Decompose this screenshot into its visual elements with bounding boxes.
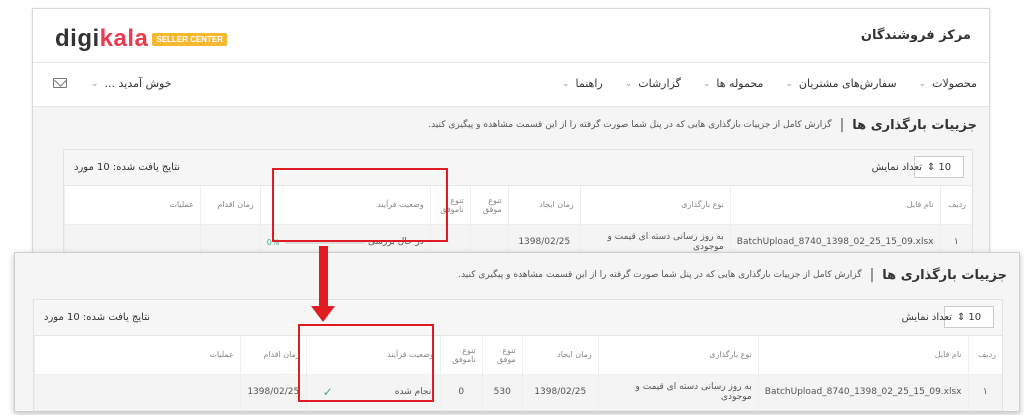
col-index: ردیف: [939, 186, 972, 225]
col-file-name: نام فایل: [729, 186, 940, 225]
cell-action-time: 1398/02/25: [239, 374, 307, 411]
results-count: نتایج یافت شده: 10 مورد: [44, 312, 151, 323]
title-separator: |: [869, 267, 875, 283]
user-menu[interactable]: خوش آمدید ... ⌄: [91, 77, 172, 90]
seller-center-badge: SELLER CENTER: [152, 32, 228, 46]
col-created: زمان ایجاد: [507, 186, 581, 225]
chevron-down-icon: ⌄: [624, 78, 633, 89]
col-created: زمان ایجاد: [521, 336, 599, 375]
main-nav: محصولات ⌄ سفارش‌های مشتریان ⌄ محموله ها ⌄ گ…: [33, 63, 989, 107]
title-separator: |: [839, 117, 845, 133]
top-header: digikala SELLER CENTER مرکز فروشندگان: [33, 9, 989, 63]
arrow-down-icon: [311, 306, 335, 322]
results-count: نتایج یافت شده: 10 مورد: [74, 162, 181, 173]
page-heading: جزییات بارگذاری ها | گزارش کامل از جزییا…: [428, 117, 977, 133]
cell-created: 1398/02/25: [521, 374, 599, 411]
page-title: جزییات بارگذاری ها: [852, 117, 977, 133]
nav-item-customer-orders[interactable]: سفارش‌های مشتریان ⌄: [785, 77, 896, 90]
before-screenshot: digikala SELLER CENTER مرکز فروشندگان مح…: [32, 8, 990, 258]
sort-arrows-icon: ⇕: [926, 161, 936, 173]
highlight-box-after: [298, 324, 434, 402]
page-size-label: تعداد نمایش: [901, 312, 952, 323]
col-variety-success: تنوع موفق: [469, 186, 509, 225]
mail-icon[interactable]: [53, 78, 67, 88]
table-header-row: ردیف نام فایل نوع بارگذاری زمان ایجاد تن…: [34, 336, 1002, 375]
chevron-down-icon: ⌄: [561, 78, 570, 89]
col-upload-type: نوع بارگذاری: [579, 186, 731, 225]
cell-operations: [34, 374, 241, 411]
nav-item-shipments[interactable]: محموله ها ⌄: [703, 77, 763, 90]
chevron-down-icon: ⌄: [785, 78, 793, 89]
cell-variety-fail: 0: [439, 374, 483, 411]
col-variety-success: تنوع موفق: [481, 336, 523, 375]
cell-upload-type: به روز رسانی دسته ای قیمت و موجودی: [597, 374, 759, 411]
nav-item-reports[interactable]: گزارشات ⌄: [625, 77, 681, 90]
arrow-shaft: [319, 246, 328, 308]
table-row: ۱ BatchUpload_8740_1398_02_25_15_09.xlsx…: [34, 374, 1002, 411]
page-size-label: تعداد نمایش: [871, 162, 922, 173]
digikala-logo[interactable]: digikala SELLER CENTER: [55, 25, 228, 53]
col-action-time: زمان اقدام: [239, 336, 307, 375]
sort-arrows-icon: ⇕: [956, 311, 966, 323]
page-title: جزییات بارگذاری ها: [882, 267, 1007, 283]
cell-index: ۱: [967, 374, 1002, 411]
chevron-down-icon: ⌄: [918, 78, 927, 89]
logo-text-digi: digi: [55, 25, 100, 52]
site-title: مرکز فروشندگان: [860, 28, 971, 43]
col-variety-fail: تنوع ناموفق: [439, 336, 483, 375]
uploads-table-card: 10 ⇕ تعداد نمایش نتایج یافت شده: 10 مورد …: [33, 299, 1003, 411]
page-heading: جزییات بارگذاری ها | گزارش کامل از جزییا…: [458, 267, 1007, 283]
table-header-row: ردیف نام فایل نوع بارگذاری زمان ایجاد تن…: [64, 186, 972, 225]
cell-file-name[interactable]: BatchUpload_8740_1398_02_25_15_09.xlsx: [757, 374, 968, 411]
table-toolbar: 10 ⇕ تعداد نمایش نتایج یافت شده: 10 مورد: [34, 300, 1002, 336]
col-file-name: نام فایل: [757, 336, 968, 375]
col-operations: عملیات: [64, 186, 201, 225]
nav-item-products[interactable]: محصولات ⌄: [919, 77, 977, 90]
highlight-box-before: [272, 168, 448, 242]
col-upload-type: نوع بارگذاری: [597, 336, 759, 375]
chevron-down-icon: ⌄: [702, 78, 711, 89]
uploads-table: ردیف نام فایل نوع بارگذاری زمان ایجاد تن…: [34, 336, 1002, 411]
page-subtitle: گزارش کامل از جزییات بارگذاری هایی که در…: [458, 270, 862, 280]
uploads-table: ردیف نام فایل نوع بارگذاری زمان ایجاد تن…: [64, 186, 972, 257]
nav-item-help[interactable]: راهنما ⌄: [562, 77, 603, 90]
logo-text-kala: kala: [99, 25, 149, 52]
page-subtitle: گزارش کامل از جزییات بارگذاری هایی که در…: [428, 120, 832, 130]
col-action-time: زمان اقدام: [199, 186, 261, 225]
chevron-down-icon: ⌄: [91, 78, 99, 89]
col-operations: عملیات: [34, 336, 241, 375]
col-index: ردیف: [967, 336, 1002, 375]
uploads-table-card: 10 ⇕ تعداد نمایش نتایج یافت شده: 10 مورد …: [63, 149, 973, 257]
table-toolbar: 10 ⇕ تعداد نمایش نتایج یافت شده: 10 مورد: [64, 150, 972, 186]
cell-variety-success: 530: [481, 374, 523, 411]
after-screenshot: جزییات بارگذاری ها | گزارش کامل از جزییا…: [14, 252, 1020, 412]
